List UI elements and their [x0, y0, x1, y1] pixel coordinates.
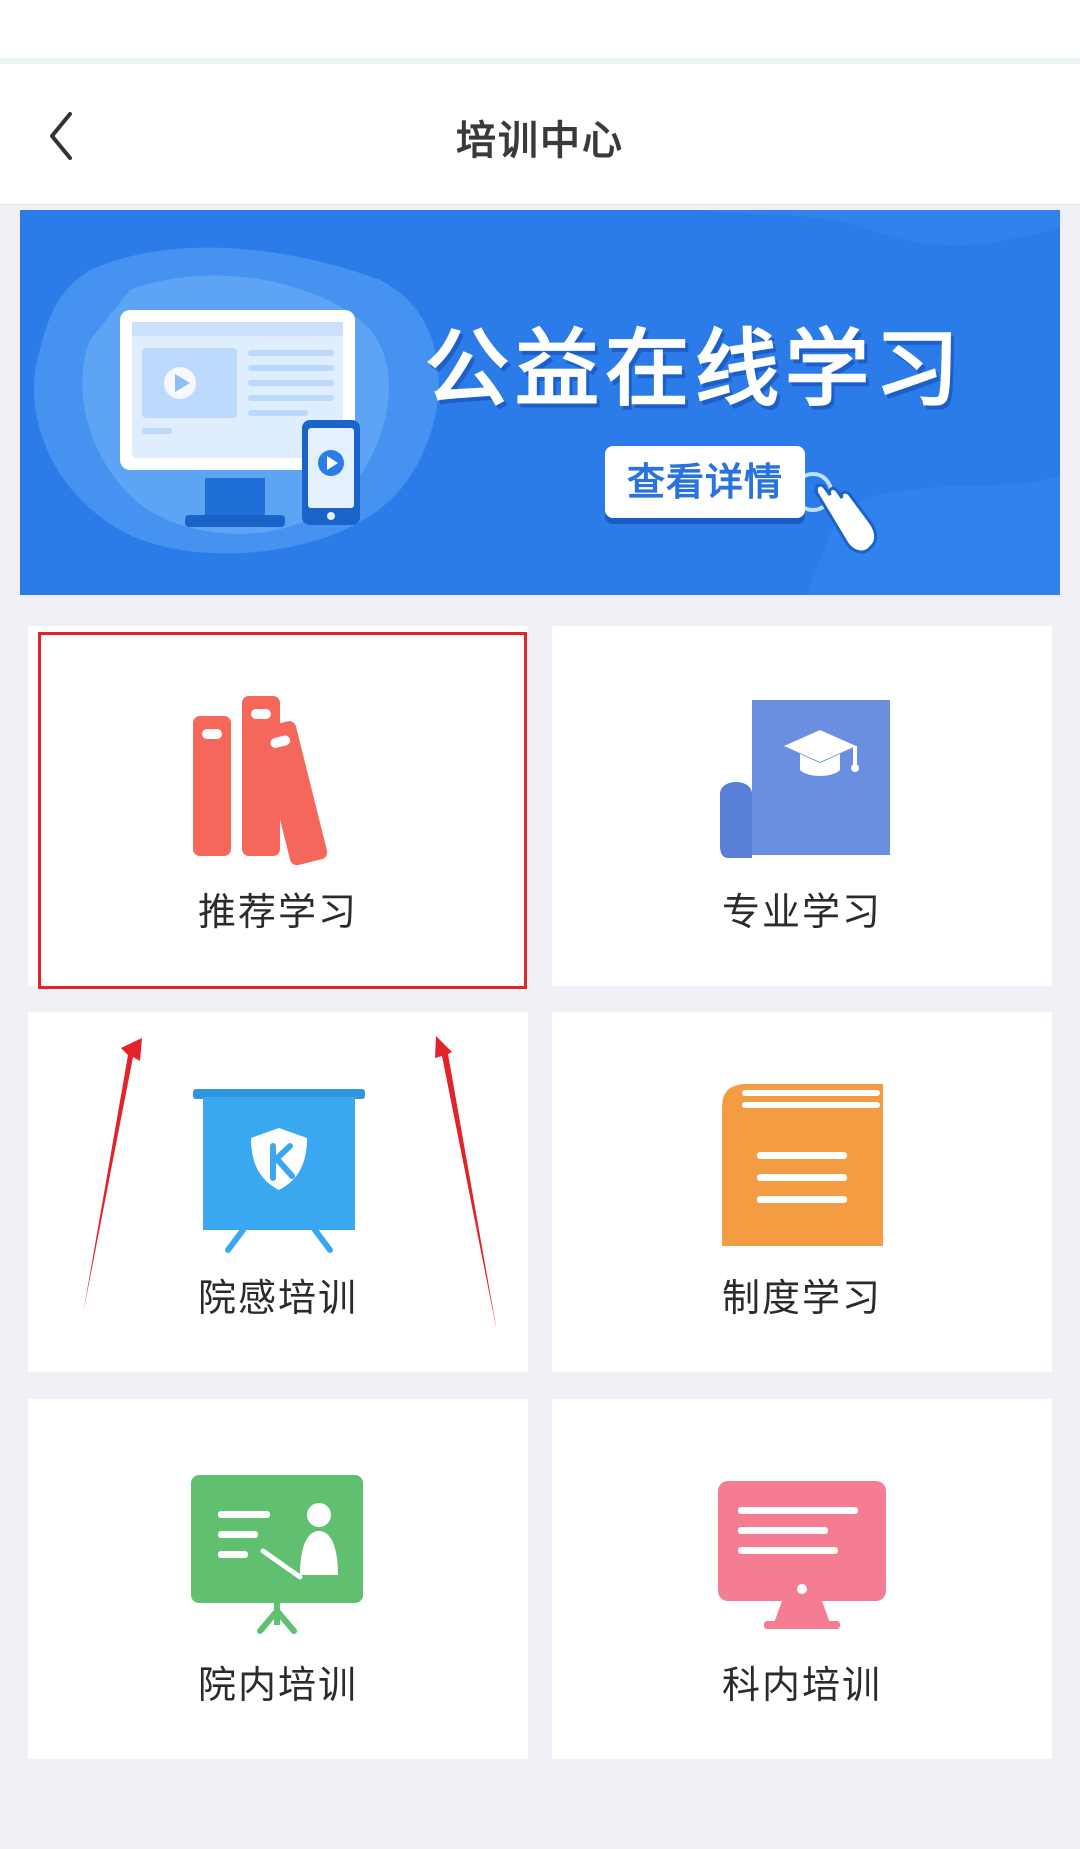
- menu-item-recommended-study[interactable]: 推荐学习: [28, 626, 528, 986]
- menu-item-label: 院感培训: [197, 1276, 358, 1320]
- monitor-icon: [718, 1481, 886, 1629]
- menu-item-infection-training[interactable]: 院感培训: [28, 1012, 528, 1372]
- menu-item-label: 科内培训: [721, 1663, 882, 1707]
- page-title: 培训中心: [456, 118, 624, 164]
- banner-title: 公益在线学习: [425, 320, 966, 418]
- shield-presentation-icon: [193, 1089, 365, 1253]
- header-bar: 培训中心: [0, 64, 1080, 205]
- menu-item-hospital-training[interactable]: 院内培训: [28, 1399, 528, 1759]
- menu-item-policy-study[interactable]: 制度学习: [552, 1012, 1052, 1372]
- lecturer-board-icon: [191, 1475, 363, 1634]
- view-details-button[interactable]: 查看详情: [605, 446, 805, 518]
- graduation-cap-icon: [720, 700, 890, 858]
- book-icon: [722, 1084, 883, 1246]
- menu-item-professional-study[interactable]: 专业学习: [552, 626, 1052, 986]
- status-bar: [0, 0, 1080, 61]
- menu-item-department-training[interactable]: 科内培训: [552, 1399, 1052, 1759]
- menu-item-label: 院内培训: [197, 1663, 358, 1707]
- menu-item-label: 专业学习: [721, 890, 882, 934]
- menu-item-label: 制度学习: [721, 1276, 882, 1320]
- promo-banner[interactable]: 公益在线学习 查看详情: [20, 210, 1060, 595]
- menu-item-label: 推荐学习: [197, 890, 358, 934]
- books-icon: [193, 696, 328, 866]
